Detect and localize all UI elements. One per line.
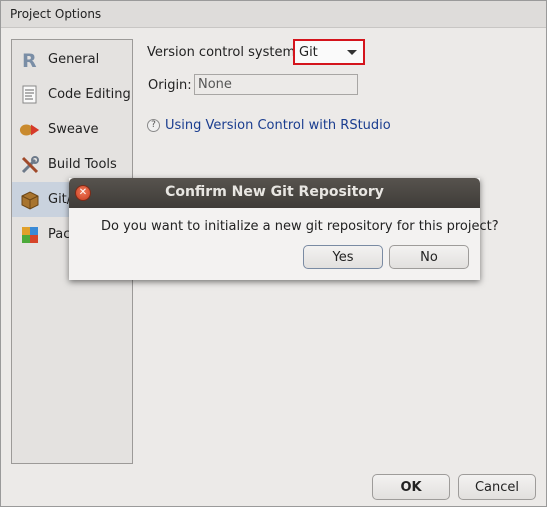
sidebar-item-label: Sweave (48, 122, 99, 137)
window-titlebar: Project Options (1, 1, 546, 28)
cancel-button[interactable]: Cancel (458, 474, 536, 500)
tools-icon (19, 154, 41, 176)
sidebar-item-general[interactable]: R General (12, 42, 132, 77)
svg-text:R: R (22, 50, 37, 70)
dialog-titlebar: ✕ Confirm New Git Repository (69, 178, 480, 208)
dialog-title: Confirm New Git Repository (165, 184, 384, 200)
package-box-icon (19, 189, 41, 211)
vcs-select[interactable]: Git (293, 39, 365, 65)
no-button[interactable]: No (389, 245, 469, 269)
origin-value: None (198, 77, 232, 92)
sidebar-item-label: Git/ (48, 192, 72, 207)
sidebar-item-build-tools[interactable]: Build Tools (12, 147, 132, 182)
dialog-message: Do you want to initialize a new git repo… (101, 219, 499, 234)
sidebar-item-label: General (48, 52, 100, 67)
document-icon (19, 84, 41, 106)
origin-field: None (194, 74, 358, 95)
confirm-git-dialog: ✕ Confirm New Git Repository Do you want… (69, 178, 499, 280)
vcs-label: Version control system: (147, 45, 300, 60)
help-link[interactable]: Using Version Control with RStudio (165, 118, 391, 133)
help-icon: ? (147, 119, 160, 132)
window-title: Project Options (10, 7, 102, 21)
r-logo-icon: R (19, 49, 41, 71)
ok-button[interactable]: OK (372, 474, 450, 500)
packrat-icon (19, 224, 41, 246)
origin-label: Origin: (148, 78, 192, 93)
yes-button[interactable]: Yes (303, 245, 383, 269)
sidebar-item-sweave[interactable]: Sweave (12, 112, 132, 147)
sidebar-item-label: Build Tools (48, 157, 117, 172)
chevron-down-icon (347, 50, 357, 55)
vcs-select-value: Git (299, 45, 318, 60)
sweave-icon (19, 119, 41, 141)
sidebar-item-label: Code Editing (48, 87, 131, 102)
sidebar-item-code-editing[interactable]: Code Editing (12, 77, 132, 112)
